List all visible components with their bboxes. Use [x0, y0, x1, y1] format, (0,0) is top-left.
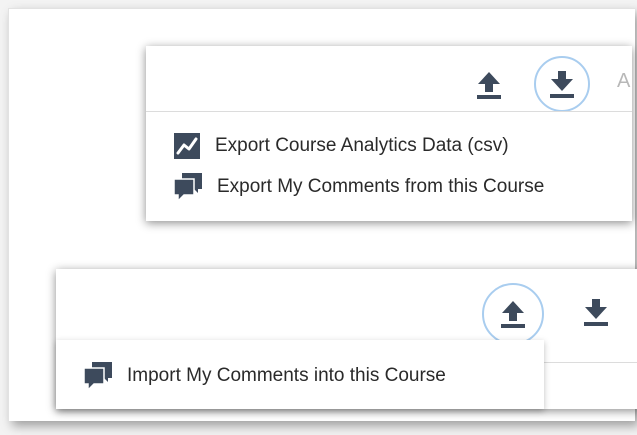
export-toolbar: A — [146, 46, 632, 112]
comments-icon — [173, 172, 203, 203]
screenshot-frame: A Export Course Analytics Data (csv) Exp… — [8, 8, 637, 421]
upload-button-active[interactable] — [482, 283, 544, 345]
search-field-partial[interactable]: A — [617, 70, 630, 93]
menu-item-label: Export My Comments from this Course — [217, 176, 545, 197]
export-menu: Export Course Analytics Data (csv) Expor… — [146, 112, 632, 221]
import-menu: Import My Comments into this Course — [56, 340, 544, 409]
download-button-active[interactable] — [534, 56, 590, 112]
upload-icon — [499, 299, 527, 329]
analytics-chart-icon — [173, 132, 201, 160]
upload-icon[interactable] — [475, 70, 503, 100]
menu-item-export-comments[interactable]: Export My Comments from this Course — [173, 172, 545, 203]
import-panel: Import My Comments into this Course — [56, 269, 637, 409]
menu-item-label: Import My Comments into this Course — [127, 365, 446, 386]
menu-item-import-comments[interactable]: Import My Comments into this Course — [83, 361, 446, 392]
menu-item-export-analytics[interactable]: Export Course Analytics Data (csv) — [173, 132, 509, 160]
download-icon[interactable] — [582, 297, 610, 327]
download-icon — [548, 69, 576, 99]
comments-icon — [83, 361, 113, 392]
export-panel: A Export Course Analytics Data (csv) Exp… — [146, 46, 632, 221]
menu-item-label: Export Course Analytics Data (csv) — [215, 135, 509, 156]
